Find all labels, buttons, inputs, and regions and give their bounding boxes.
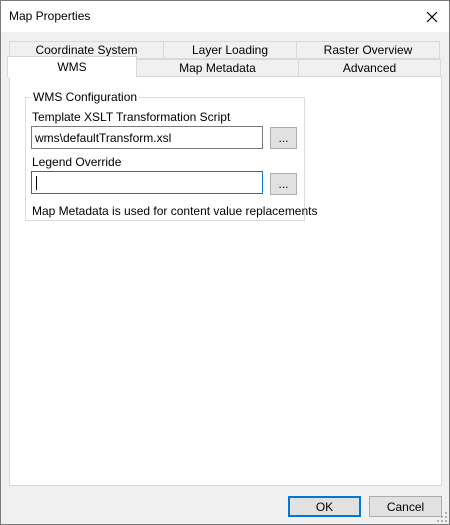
legend-override-label: Legend Override: [32, 155, 122, 169]
tab-map-metadata[interactable]: Map Metadata: [136, 59, 299, 77]
tab-layer-loading[interactable]: Layer Loading: [163, 41, 297, 59]
tab-raster-overview[interactable]: Raster Overview: [296, 41, 440, 59]
text-cursor: [36, 176, 37, 190]
cancel-button[interactable]: Cancel: [369, 496, 442, 517]
group-title: WMS Configuration: [31, 90, 140, 104]
template-script-input[interactable]: [31, 126, 263, 149]
ok-button[interactable]: OK: [288, 496, 361, 517]
resize-grip-icon[interactable]: [437, 512, 447, 522]
tab-wms[interactable]: WMS: [7, 56, 137, 77]
window-title: Map Properties: [9, 9, 91, 23]
map-properties-dialog: Map Properties Coordinate System Layer L…: [0, 0, 450, 525]
close-button[interactable]: [415, 1, 449, 32]
legend-browse-button[interactable]: ...: [270, 173, 297, 195]
metadata-note: Map Metadata is used for content value r…: [32, 204, 318, 218]
close-icon: [426, 11, 438, 22]
title-bar: Map Properties: [1, 1, 449, 32]
wms-configuration-group: WMS Configuration Template XSLT Transfor…: [25, 90, 318, 221]
template-browse-button[interactable]: ...: [270, 127, 297, 149]
wms-tab-panel: WMS Configuration Template XSLT Transfor…: [9, 76, 442, 486]
template-label: Template XSLT Transformation Script: [32, 110, 231, 124]
tab-advanced[interactable]: Advanced: [298, 59, 441, 77]
legend-override-input[interactable]: [31, 171, 263, 194]
